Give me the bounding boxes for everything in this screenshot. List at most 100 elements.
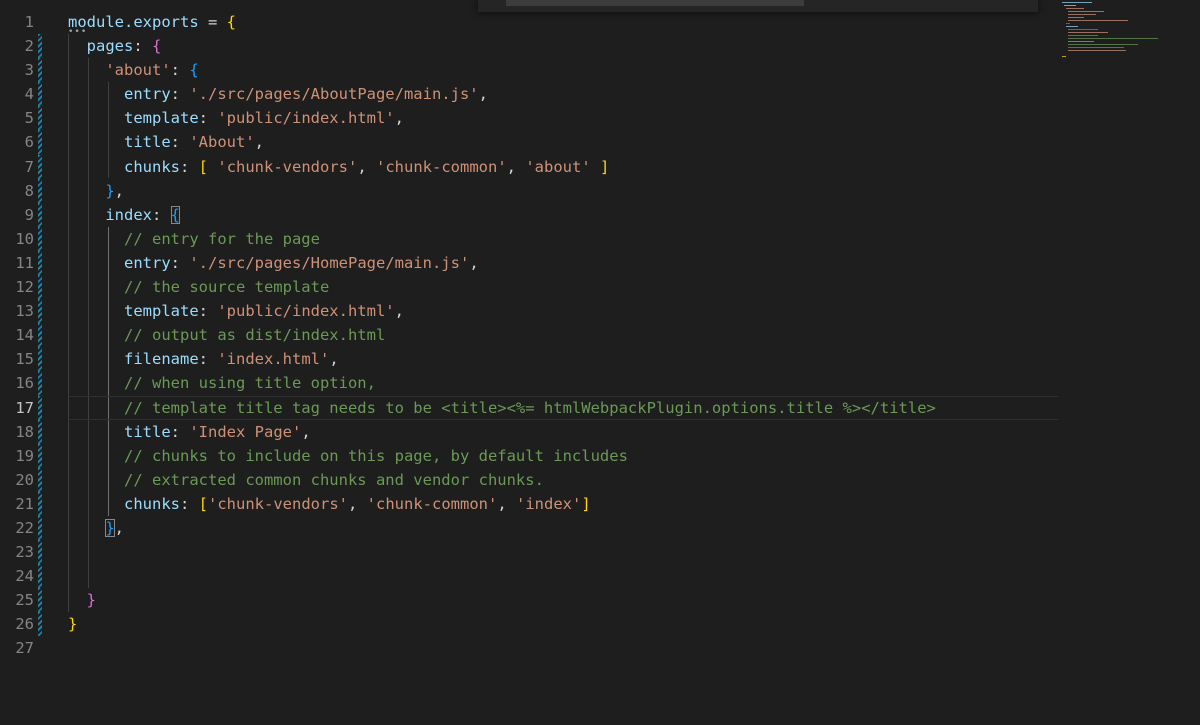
minimap-line [1068, 32, 1108, 33]
git-modified-marker [38, 202, 42, 227]
minimap-line [1068, 11, 1104, 12]
code-line[interactable]: chunks: [ 'chunk-vendors', 'chunk-common… [68, 155, 1058, 179]
line-number: 3 [0, 58, 46, 83]
line-number-active: 17 [0, 395, 46, 420]
git-modified-marker [38, 612, 42, 637]
code-line[interactable]: // chunks to include on this page, by de… [68, 444, 1058, 468]
git-modified-marker [38, 34, 42, 59]
minimap-line [1068, 47, 1124, 48]
code-line[interactable]: chunks: ['chunk-vendors', 'chunk-common'… [68, 492, 1058, 516]
line-number: 27 [15, 639, 34, 658]
line-number: 19 [0, 443, 46, 468]
line-number: 26 [0, 612, 46, 637]
code-line[interactable]: title: 'About', [68, 130, 1058, 154]
git-modified-marker [38, 323, 42, 348]
code-line[interactable]: // the source template [68, 275, 1058, 299]
code-line[interactable]: // output as dist/index.html [68, 323, 1058, 347]
line-number-gutter: 1 2 3 4 5 6 7 8 9 10 11 12 13 14 15 16 1… [0, 10, 46, 661]
git-modified-marker [38, 515, 42, 541]
minimap-line [1068, 14, 1096, 15]
line-number: 21 [0, 491, 46, 516]
git-modified-marker [38, 58, 42, 83]
git-modified-marker [38, 154, 42, 179]
git-modified-marker [38, 178, 42, 203]
code-line[interactable]: template: 'public/index.html', [68, 106, 1058, 130]
git-modified-marker [38, 275, 42, 300]
line-number: 10 [0, 226, 46, 251]
code-line[interactable]: // entry for the page [68, 227, 1058, 251]
git-modified-marker [38, 347, 42, 372]
code-line[interactable]: module.exports = { [68, 10, 1058, 34]
git-modified-marker [38, 130, 42, 155]
minimap-line [1062, 56, 1066, 57]
line-number: 20 [0, 467, 46, 492]
code-line[interactable]: // extracted common chunks and vendor ch… [68, 468, 1058, 492]
code-line-current[interactable]: // template title tag needs to be <title… [68, 395, 1058, 420]
minimap-line [1064, 5, 1076, 6]
minimap-line [1066, 8, 1084, 9]
line-number: 22 [0, 515, 46, 541]
code-line-empty[interactable] [68, 636, 1058, 660]
git-modified-marker [38, 82, 42, 107]
minimap-line [1066, 26, 1078, 27]
code-line[interactable]: entry: './src/pages/AboutPage/main.js', [68, 82, 1058, 106]
git-modified-marker [38, 250, 42, 276]
minimap-line [1062, 2, 1092, 3]
minimap-line [1068, 20, 1128, 21]
git-modified-marker [38, 371, 42, 396]
line-number: 6 [0, 130, 46, 155]
code-line[interactable]: pages: { [68, 34, 1058, 58]
code-line[interactable]: filename: 'index.html', [68, 347, 1058, 371]
git-modified-marker [38, 419, 42, 444]
code-line[interactable]: entry: './src/pages/HomePage/main.js', [68, 251, 1058, 275]
minimap-line [1068, 35, 1098, 36]
find-widget-input[interactable] [506, 0, 804, 6]
minimap-line [1068, 50, 1126, 51]
line-number: 8 [0, 178, 46, 203]
code-area[interactable]: module.exports = { pages: { 'about': { e… [68, 10, 1058, 661]
minimap[interactable] [1058, 0, 1200, 725]
matched-bracket-close: } [105, 518, 115, 537]
line-number: 25 [0, 588, 46, 613]
minimap-line [1066, 23, 1070, 24]
line-number: 7 [0, 154, 46, 179]
git-modified-marker [38, 443, 42, 468]
code-line-empty[interactable] [68, 540, 1058, 564]
line-number: 5 [0, 106, 46, 131]
line-number: 14 [0, 323, 46, 348]
minimap-line [1068, 17, 1084, 18]
code-line[interactable]: } [68, 612, 1058, 636]
git-modified-marker [38, 588, 42, 613]
code-editor[interactable]: 1 2 3 4 5 6 7 8 9 10 11 12 13 14 15 16 1… [0, 0, 1200, 725]
line-number: 16 [0, 371, 46, 396]
line-number: 2 [0, 34, 46, 59]
minimap-line [1068, 38, 1158, 39]
line-number: 24 [0, 564, 46, 589]
code-line[interactable]: title: 'Index Page', [68, 420, 1058, 444]
code-line[interactable]: }, [68, 179, 1058, 203]
code-line-empty[interactable] [68, 564, 1058, 588]
git-modified-marker [38, 467, 42, 492]
code-line[interactable]: }, [68, 516, 1058, 540]
line-number: 18 [0, 419, 46, 444]
code-line[interactable]: 'about': { [68, 58, 1058, 82]
minimap-line [1068, 41, 1094, 42]
code-line[interactable]: template: 'public/index.html', [68, 299, 1058, 323]
line-number: 9 [0, 202, 46, 227]
line-number: 15 [0, 347, 46, 372]
minimap-line [1068, 44, 1138, 45]
line-number: 4 [0, 82, 46, 107]
git-modified-marker [38, 564, 42, 589]
minimap-line [1068, 29, 1098, 30]
code-line[interactable]: } [68, 588, 1058, 612]
git-modified-marker [38, 540, 42, 565]
code-line[interactable]: // when using title option, [68, 371, 1058, 395]
git-modified-marker [38, 491, 42, 516]
code-line[interactable]: index: { [68, 203, 1058, 227]
line-number: 1 [24, 13, 34, 31]
line-number: 13 [0, 299, 46, 324]
line-number: 11 [0, 250, 46, 276]
matched-bracket-open: { [170, 205, 181, 224]
line-number: 23 [0, 540, 46, 565]
git-modified-marker [38, 106, 42, 131]
